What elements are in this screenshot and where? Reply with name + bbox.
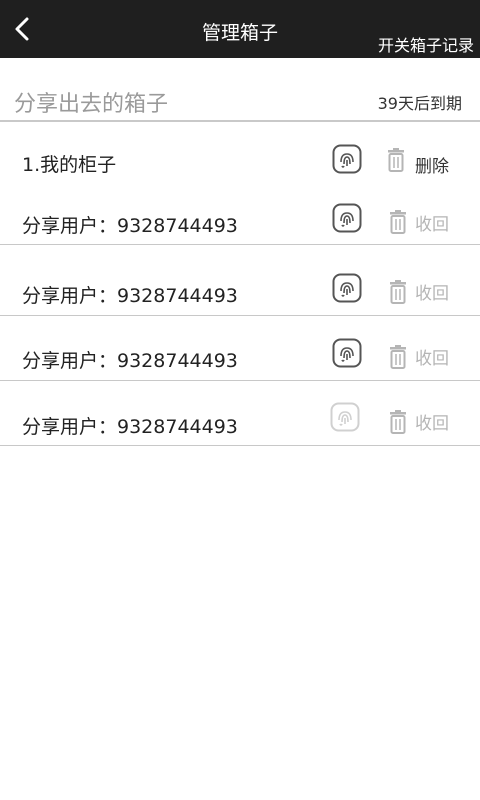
fingerprint-icon[interactable] bbox=[332, 203, 362, 233]
divider bbox=[0, 380, 480, 381]
fingerprint-icon[interactable] bbox=[332, 338, 362, 368]
share-user-label: 分享用户：9328744493 bbox=[22, 215, 238, 237]
share-user-label: 分享用户：9328744493 bbox=[22, 285, 238, 307]
fingerprint-icon[interactable] bbox=[332, 273, 362, 303]
revoke-button[interactable]: 收回 bbox=[415, 210, 449, 235]
section-title: 分享出去的箱子 bbox=[14, 92, 169, 117]
top-bar: 管理箱子 开关箱子记录 bbox=[0, 0, 480, 58]
revoke-button[interactable]: 收回 bbox=[415, 344, 449, 369]
trash-icon[interactable] bbox=[388, 345, 408, 369]
revoke-button[interactable]: 收回 bbox=[415, 279, 449, 304]
fingerprint-icon[interactable] bbox=[330, 402, 360, 432]
divider bbox=[0, 315, 480, 316]
revoke-button[interactable]: 收回 bbox=[415, 409, 449, 434]
share-user-label: 分享用户：9328744493 bbox=[22, 350, 238, 372]
box-records-link[interactable]: 开关箱子记录 bbox=[378, 32, 474, 56]
section-header: 分享出去的箱子 39天后到期 bbox=[0, 80, 480, 122]
trash-icon[interactable] bbox=[386, 148, 406, 172]
divider bbox=[0, 244, 480, 245]
box-name: 1.我的柜子 bbox=[22, 154, 117, 176]
expiry-text: 39天后到期 bbox=[377, 94, 462, 113]
divider bbox=[0, 445, 480, 446]
fingerprint-icon[interactable] bbox=[332, 144, 362, 174]
trash-icon[interactable] bbox=[388, 410, 408, 434]
delete-button[interactable]: 删除 bbox=[415, 152, 449, 177]
trash-icon[interactable] bbox=[388, 280, 408, 304]
share-user-label: 分享用户：9328744493 bbox=[22, 416, 238, 438]
trash-icon[interactable] bbox=[388, 210, 408, 234]
